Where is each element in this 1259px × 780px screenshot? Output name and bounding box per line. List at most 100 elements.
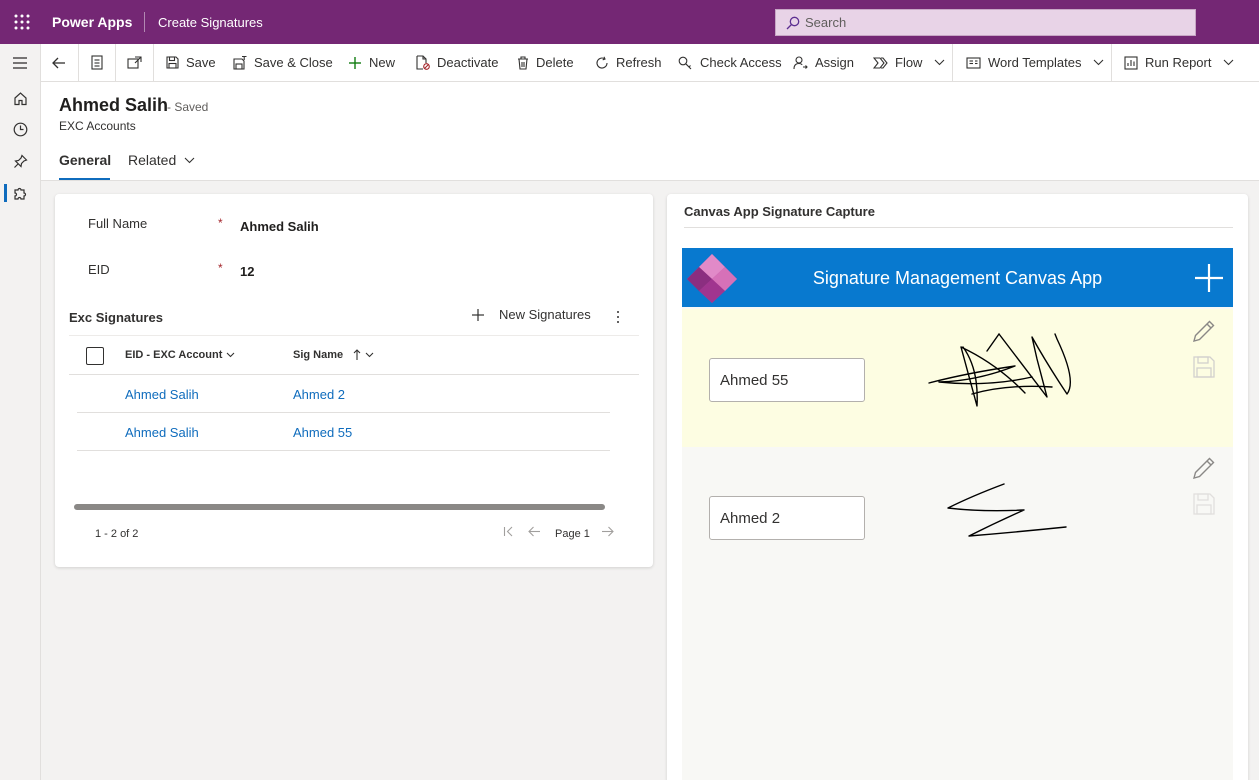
- column-header-eid[interactable]: EID - EXC Account: [125, 349, 235, 361]
- command-divider: [952, 44, 953, 81]
- save-icon[interactable]: [1193, 356, 1215, 378]
- eid-field[interactable]: 12: [240, 264, 254, 279]
- pin-icon: [13, 153, 28, 169]
- signature-name-input[interactable]: Ahmed 2: [709, 496, 865, 540]
- save-icon[interactable]: [1193, 493, 1215, 515]
- new-label: New: [369, 55, 396, 70]
- signature-name-input[interactable]: Ahmed 55: [709, 358, 865, 402]
- header-divider: [144, 12, 145, 32]
- more-commands-icon[interactable]: [615, 310, 621, 324]
- save-status: - Saved: [167, 100, 209, 114]
- nav-home-button[interactable]: [0, 84, 40, 112]
- refresh-button[interactable]: Refresh: [595, 44, 662, 81]
- save-close-button[interactable]: Save & Close: [233, 44, 333, 81]
- table-row[interactable]: Ahmed Salih Ahmed 55: [77, 413, 610, 451]
- record-header: Ahmed Salih - Saved EXC Accounts General…: [41, 82, 1259, 181]
- search-placeholder: Search: [805, 15, 847, 30]
- plus-icon: [471, 308, 499, 322]
- entity-name: EXC Accounts: [59, 119, 136, 133]
- waffle-icon[interactable]: [13, 13, 31, 31]
- new-button[interactable]: New: [348, 44, 395, 81]
- record-count: 1 - 2 of 2: [95, 528, 139, 540]
- search-icon: [786, 16, 805, 30]
- search-box[interactable]: Search: [775, 9, 1196, 36]
- sig-name-link[interactable]: Ahmed 2: [293, 387, 345, 402]
- required-indicator: *: [218, 216, 223, 230]
- eid-account-link[interactable]: Ahmed Salih: [125, 425, 199, 440]
- subgrid-title: Exc Signatures: [69, 310, 163, 325]
- hamburger-menu-button[interactable]: [0, 49, 40, 77]
- app-name[interactable]: Power Apps: [52, 14, 132, 30]
- delete-icon: [517, 55, 536, 70]
- report-icon: [1124, 55, 1145, 70]
- save-button[interactable]: Save: [166, 44, 216, 81]
- clock-icon: [13, 122, 28, 137]
- column-header-sig-name[interactable]: Sig Name: [293, 349, 374, 361]
- gallery-item[interactable]: Ahmed 2: [682, 447, 1233, 585]
- canvas-section-title: Canvas App Signature Capture: [684, 204, 875, 219]
- full-name-field[interactable]: Ahmed Salih: [240, 219, 319, 234]
- check-access-label: Check Access: [700, 55, 782, 70]
- save-close-icon: [233, 55, 254, 70]
- command-divider: [153, 44, 154, 81]
- column-header-sig-name-label: Sig Name: [293, 349, 344, 361]
- next-page-icon[interactable]: [601, 526, 614, 537]
- select-all-checkbox[interactable]: [86, 347, 104, 365]
- page-indicator: Page 1: [555, 528, 590, 540]
- open-new-window-button[interactable]: [127, 44, 149, 81]
- back-arrow-icon: [52, 57, 73, 69]
- run-report-button[interactable]: Run Report: [1124, 44, 1241, 81]
- nav-pinned-button[interactable]: [0, 147, 40, 175]
- previous-page-icon[interactable]: [528, 526, 541, 537]
- tab-related[interactable]: Related: [128, 152, 195, 168]
- run-report-chevron-down-icon: [1223, 59, 1241, 66]
- puzzle-icon: [13, 186, 28, 201]
- word-templates-button[interactable]: Word Templates: [966, 44, 1111, 81]
- column-header-eid-label: EID - EXC Account: [125, 349, 223, 361]
- save-label: Save: [186, 55, 216, 70]
- check-access-button[interactable]: Check Access: [678, 44, 782, 81]
- full-name-label: Full Name: [88, 216, 148, 231]
- home-icon: [13, 91, 28, 106]
- assign-icon: [793, 55, 815, 70]
- signature-image: [927, 329, 1077, 411]
- sort-ascending-icon: [349, 349, 361, 361]
- subgrid-divider: [69, 335, 639, 336]
- back-button[interactable]: [52, 44, 73, 81]
- chevron-down-icon: [222, 352, 235, 358]
- tab-related-label: Related: [128, 152, 177, 168]
- breadcrumb[interactable]: Create Signatures: [158, 15, 263, 30]
- flow-icon: [873, 56, 895, 69]
- delete-button[interactable]: Delete: [517, 44, 574, 81]
- nav-entity-button[interactable]: [0, 179, 40, 207]
- canvas-app-section: Canvas App Signature Capture Signature M…: [667, 194, 1248, 780]
- tab-general[interactable]: General: [59, 152, 111, 168]
- gallery-item[interactable]: Ahmed 55: [682, 309, 1233, 447]
- table-row[interactable]: Ahmed Salih Ahmed 2: [77, 375, 610, 413]
- deactivate-icon: [416, 55, 437, 70]
- flow-button[interactable]: Flow: [873, 44, 952, 81]
- new-signatures-button[interactable]: New Signatures: [471, 307, 591, 322]
- edit-pencil-icon[interactable]: [1191, 456, 1216, 481]
- eid-label: EID: [88, 262, 110, 277]
- command-divider: [78, 44, 79, 81]
- add-signature-icon[interactable]: [1194, 263, 1224, 293]
- form-view-button[interactable]: [91, 44, 110, 81]
- app-header: Power Apps Create Signatures Search: [0, 0, 1259, 44]
- nav-recent-button[interactable]: [0, 115, 40, 143]
- signature-image: [942, 482, 1072, 542]
- first-page-icon[interactable]: [503, 526, 515, 537]
- horizontal-scrollbar[interactable]: [74, 504, 605, 510]
- edit-pencil-icon[interactable]: [1191, 319, 1216, 344]
- save-close-label: Save & Close: [254, 55, 333, 70]
- record-title: Ahmed Salih: [59, 95, 169, 115]
- assign-button[interactable]: Assign: [793, 44, 854, 81]
- sig-name-link[interactable]: Ahmed 55: [293, 425, 352, 440]
- document-icon: [91, 55, 110, 70]
- deactivate-button[interactable]: Deactivate: [416, 44, 498, 81]
- flow-label: Flow: [895, 55, 923, 70]
- hamburger-icon: [12, 56, 28, 70]
- refresh-icon: [595, 56, 616, 70]
- deactivate-label: Deactivate: [437, 55, 499, 70]
- eid-account-link[interactable]: Ahmed Salih: [125, 387, 199, 402]
